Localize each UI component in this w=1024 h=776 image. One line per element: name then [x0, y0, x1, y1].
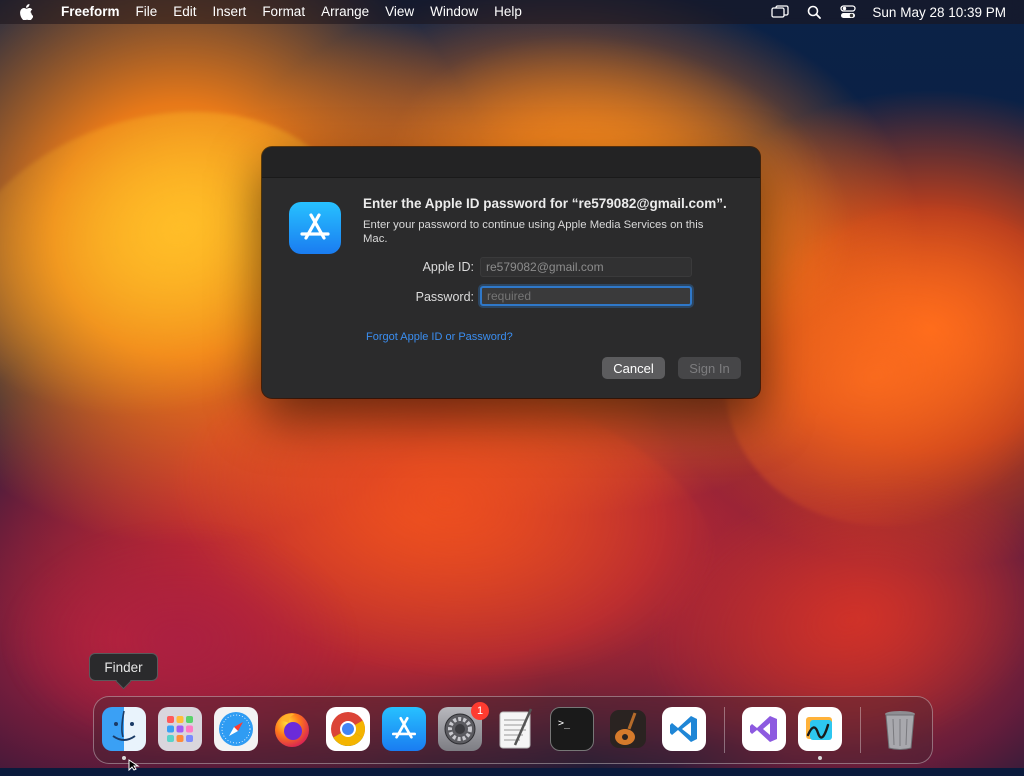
menu-window[interactable]: Window	[422, 0, 486, 24]
menu-help[interactable]: Help	[486, 0, 530, 24]
app-store-icon	[289, 202, 341, 254]
cancel-button[interactable]: Cancel	[602, 357, 665, 379]
dock: 1 >_	[93, 696, 933, 764]
dialog-title: Enter the Apple ID password for “re57908…	[363, 196, 727, 211]
dialog-subtitle: Enter your password to continue using Ap…	[363, 219, 704, 245]
finder-icon[interactable]	[102, 707, 146, 751]
search-icon[interactable]	[804, 4, 824, 20]
svg-text:>_: >_	[558, 718, 571, 729]
chrome-icon[interactable]	[326, 707, 370, 751]
menu-app-name[interactable]: Freeform	[53, 0, 128, 24]
screen-mirroring-icon[interactable]	[770, 4, 790, 20]
menu-format[interactable]: Format	[254, 0, 313, 24]
menubar-clock[interactable]: Sun May 28 10:39 PM	[872, 5, 1006, 20]
forgot-apple-id-link[interactable]: Forgot Apple ID or Password?	[366, 331, 513, 343]
menu-arrange[interactable]: Arrange	[313, 0, 377, 24]
apple-logo-icon[interactable]	[19, 4, 33, 20]
textedit-icon[interactable]	[494, 707, 538, 751]
vscode-icon[interactable]	[662, 707, 706, 751]
sign-in-button[interactable]: Sign In	[678, 357, 741, 379]
dock-tooltip: Finder	[89, 653, 158, 681]
freeform-icon[interactable]	[798, 707, 842, 751]
terminal-icon[interactable]: >_	[550, 707, 594, 751]
menu-bar: Freeform File Edit Insert Format Arrange…	[0, 0, 1024, 24]
dock-separator-trash	[860, 707, 861, 753]
password-field[interactable]	[480, 286, 692, 306]
firefox-icon[interactable]	[270, 707, 314, 751]
freeform-running-indicator	[818, 756, 822, 760]
finder-running-indicator	[122, 756, 126, 760]
menu-file[interactable]: File	[128, 0, 166, 24]
visual-studio-icon[interactable]	[742, 707, 786, 751]
trash-icon[interactable]	[878, 707, 922, 751]
apple-id-password-dialog: Enter the Apple ID password for “re57908…	[262, 147, 760, 398]
mouse-pointer-icon	[128, 758, 140, 776]
menu-insert[interactable]: Insert	[205, 0, 255, 24]
app-store-dock-icon[interactable]	[382, 707, 426, 751]
system-settings-badge: 1	[471, 702, 489, 720]
menu-view[interactable]: View	[377, 0, 422, 24]
control-center-icon[interactable]	[838, 4, 858, 20]
apple-id-field	[480, 257, 692, 277]
garageband-icon[interactable]	[606, 707, 650, 751]
menu-edit[interactable]: Edit	[165, 0, 204, 24]
dialog-titlebar[interactable]	[262, 147, 760, 178]
system-settings-icon[interactable]: 1	[438, 702, 489, 751]
dock-separator	[724, 707, 725, 753]
apple-id-label: Apple ID:	[422, 260, 474, 274]
safari-icon[interactable]	[214, 707, 258, 751]
password-label: Password:	[415, 290, 474, 304]
launchpad-icon[interactable]	[158, 707, 202, 751]
